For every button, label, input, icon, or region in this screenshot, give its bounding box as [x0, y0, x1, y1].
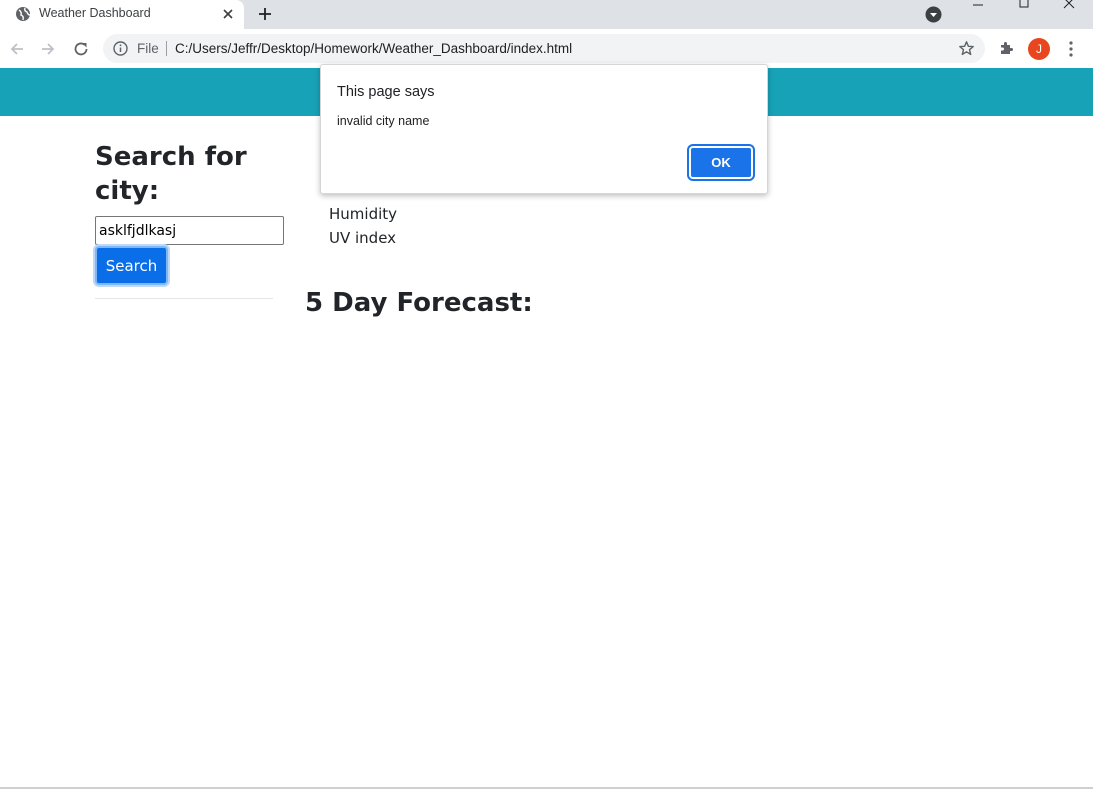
address-bar[interactable]: File C:/Users/Jeffr/Desktop/Homework/Wea…	[103, 34, 985, 63]
back-icon[interactable]	[8, 40, 26, 58]
plus-icon[interactable]	[255, 4, 275, 24]
tab-search-icon[interactable]	[925, 6, 942, 23]
forecast-heading: 5 Day Forecast:	[305, 288, 533, 318]
city-search-input[interactable]	[95, 216, 284, 245]
star-icon[interactable]	[958, 40, 975, 57]
alert-dialog: This page says invalid city name OK	[320, 64, 768, 194]
ok-button[interactable]: OK	[687, 144, 755, 181]
extensions-icon[interactable]	[998, 40, 1015, 57]
file-label: File	[137, 41, 159, 56]
tab-strip: Weather Dashboard	[0, 0, 1093, 29]
alert-title: This page says	[337, 84, 435, 100]
info-icon[interactable]	[113, 41, 128, 56]
uv-index-label: UV index	[329, 229, 397, 247]
url-text[interactable]: C:/Users/Jeffr/Desktop/Homework/Weather_…	[175, 41, 572, 56]
window-close-icon[interactable]	[1062, 0, 1076, 10]
browser-toolbar: File C:/Users/Jeffr/Desktop/Homework/Wea…	[0, 29, 1093, 68]
search-heading: Search for city:	[95, 142, 247, 206]
search-button[interactable]: Search	[95, 246, 168, 285]
globe-icon	[16, 7, 31, 21]
sidebar-divider	[95, 298, 273, 299]
city-search-panel: Search for city: Search	[95, 140, 285, 299]
browser-tab[interactable]: Weather Dashboard	[0, 0, 244, 29]
tab-title: Weather Dashboard	[39, 6, 151, 20]
humidity-label: Humidity	[329, 205, 398, 223]
kebab-menu-icon[interactable]	[1064, 40, 1078, 58]
close-icon[interactable]	[219, 5, 237, 23]
reload-icon[interactable]	[72, 40, 90, 58]
profile-avatar[interactable]: J	[1028, 38, 1050, 60]
forward-icon[interactable]	[39, 40, 57, 58]
maximize-icon[interactable]	[1017, 0, 1031, 10]
omnibox-divider	[166, 41, 167, 56]
alert-message: invalid city name	[337, 114, 430, 128]
current-weather-panel: Humidity UV index	[329, 202, 397, 250]
minimize-icon[interactable]	[971, 0, 985, 10]
